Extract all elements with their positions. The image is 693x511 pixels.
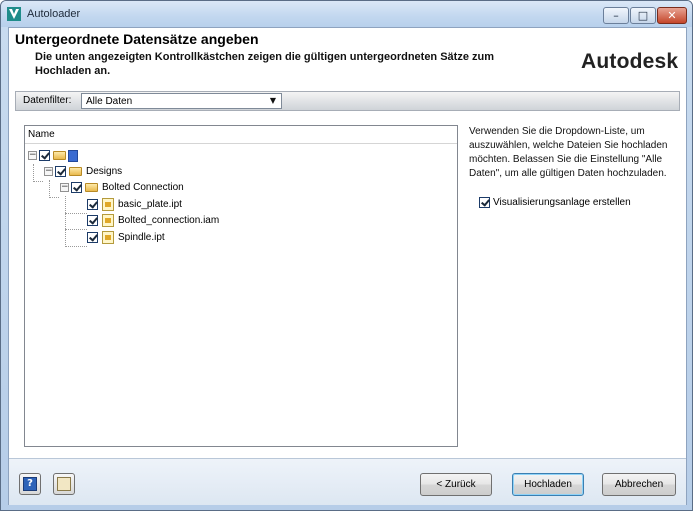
clipboard-icon <box>57 477 71 491</box>
dialog-footer: ? < Zurück Hochladen Abbrechen <box>9 458 686 505</box>
window-title: Autoloader <box>27 8 81 20</box>
page-title: Untergeordnete Datensätze angeben <box>15 31 259 47</box>
data-filter-label: Datenfilter: <box>23 95 72 106</box>
folder-icon <box>69 167 82 176</box>
wizard-header: Untergeordnete Datensätze angeben Die un… <box>9 28 686 88</box>
dialog-client-area: Untergeordnete Datensätze angeben Die un… <box>8 27 687 505</box>
maximize-button[interactable]: □ <box>630 7 656 24</box>
instructions-text: Verwenden Sie die Dropdown-Liste, um aus… <box>469 126 668 179</box>
back-button[interactable]: < Zurück <box>420 473 492 496</box>
chevron-down-icon[interactable]: ▼ <box>267 95 279 107</box>
tree-connector-line <box>65 246 87 247</box>
tree-row-file[interactable]: Bolted_connection.iam <box>25 213 265 229</box>
close-button[interactable]: ✕ <box>657 7 687 24</box>
title-bar[interactable]: Autoloader – □ ✕ <box>1 1 692 27</box>
autoloader-app-icon <box>7 7 21 21</box>
name-column-label: Name <box>28 129 55 140</box>
collapse-icon[interactable]: − <box>28 151 37 160</box>
tree-row-file[interactable]: Spindle.ipt <box>25 230 265 246</box>
collapse-icon[interactable]: − <box>60 183 69 192</box>
maximize-icon: □ <box>637 9 649 22</box>
visualization-checkbox[interactable] <box>479 197 490 208</box>
root-checkbox[interactable] <box>39 150 50 161</box>
data-filter-selected-value: Alle Daten <box>86 96 133 107</box>
minimize-icon: – <box>613 9 619 22</box>
clipboard-button[interactable] <box>53 473 75 495</box>
help-button[interactable]: ? <box>19 473 41 495</box>
autodesk-logo: Autodesk <box>581 50 679 73</box>
data-filter-bar: Datenfilter: Alle Daten ▼ <box>15 91 680 111</box>
help-icon: ? <box>23 477 37 491</box>
tree-item-label: Bolted_connection.iam <box>118 215 220 226</box>
tree-item-label: basic_plate.ipt <box>118 199 182 210</box>
dataset-tree[interactable]: Name − − Designs − Bolted Connection bas… <box>24 125 458 447</box>
assembly-file-icon <box>102 214 114 227</box>
file-checkbox[interactable] <box>87 199 98 210</box>
close-icon: ✕ <box>667 9 677 22</box>
tree-item-label: Designs <box>86 166 123 177</box>
tree-row-bolted-connection[interactable]: − Bolted Connection <box>25 180 265 196</box>
folder-icon <box>85 183 98 192</box>
minimize-button[interactable]: – <box>603 7 629 24</box>
file-checkbox[interactable] <box>87 232 98 243</box>
file-checkbox[interactable] <box>87 215 98 226</box>
folder-icon <box>53 151 66 160</box>
tree-row-file[interactable]: basic_plate.ipt <box>25 197 265 213</box>
tree-column-header[interactable]: Name <box>25 126 457 144</box>
bolted-connection-checkbox[interactable] <box>71 182 82 193</box>
tree-row-designs[interactable]: − Designs <box>25 164 265 180</box>
part-file-icon <box>102 198 114 211</box>
collapse-icon[interactable]: − <box>44 167 53 176</box>
tree-item-label: Spindle.ipt <box>118 232 165 243</box>
cancel-button[interactable]: Abbrechen <box>602 473 676 496</box>
data-filter-dropdown[interactable]: Alle Daten ▼ <box>81 93 282 109</box>
upload-button[interactable]: Hochladen <box>512 473 584 496</box>
tree-item-label: Bolted Connection <box>102 182 184 193</box>
page-description: Die unten angezeigten Kontrollkästchen z… <box>35 51 494 77</box>
part-file-icon <box>102 231 114 244</box>
autoloader-window: Autoloader – □ ✕ Untergeordnete Datensät… <box>0 0 693 511</box>
visualization-checkbox-label[interactable]: Visualisierungsanlage erstellen <box>493 197 631 208</box>
tree-row-root[interactable]: − <box>25 148 265 164</box>
vault-root-icon <box>68 150 78 162</box>
designs-checkbox[interactable] <box>55 166 66 177</box>
